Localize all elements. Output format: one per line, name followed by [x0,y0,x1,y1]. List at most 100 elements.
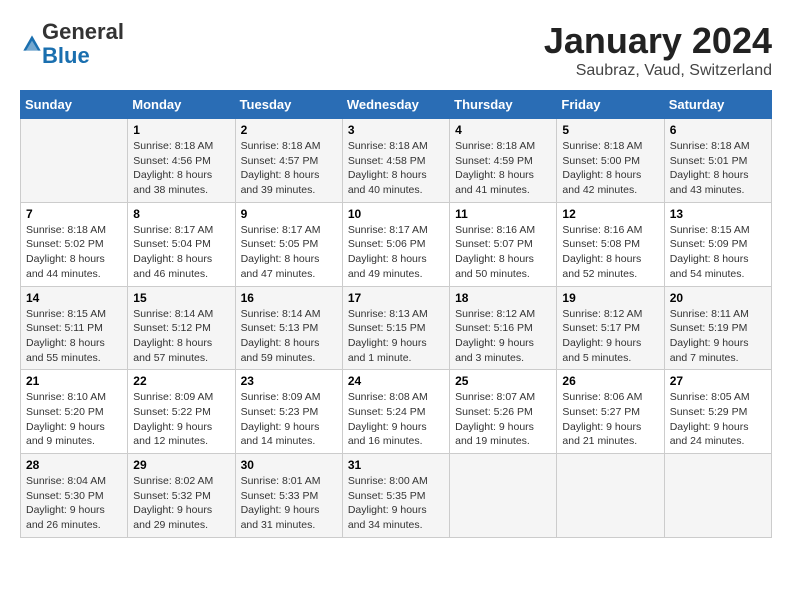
day-number: 15 [133,291,229,305]
calendar-cell: 2 Sunrise: 8:18 AM Sunset: 4:57 PM Daylig… [235,119,342,203]
day-number: 31 [348,458,444,472]
calendar-cell: 31 Sunrise: 8:00 AM Sunset: 5:35 PM Dayli… [342,454,449,538]
day-info: Sunrise: 8:11 AM Sunset: 5:19 PM Dayligh… [670,307,766,366]
day-info: Sunrise: 8:18 AM Sunset: 5:01 PM Dayligh… [670,139,766,198]
day-info: Sunrise: 8:07 AM Sunset: 5:26 PM Dayligh… [455,390,551,449]
day-info: Sunrise: 8:15 AM Sunset: 5:11 PM Dayligh… [26,307,122,366]
calendar-table: SundayMondayTuesdayWednesdayThursdayFrid… [20,90,772,538]
day-info: Sunrise: 8:01 AM Sunset: 5:33 PM Dayligh… [241,474,337,533]
day-number: 17 [348,291,444,305]
day-number: 26 [562,374,658,388]
day-info: Sunrise: 8:15 AM Sunset: 5:09 PM Dayligh… [670,223,766,282]
calendar-cell: 28 Sunrise: 8:04 AM Sunset: 5:30 PM Dayli… [21,454,128,538]
calendar-cell: 6 Sunrise: 8:18 AM Sunset: 5:01 PM Daylig… [664,119,771,203]
calendar-cell: 16Sunrise: 8:14 AM Sunset: 5:13 PM Dayli… [235,286,342,370]
calendar-cell: 14Sunrise: 8:15 AM Sunset: 5:11 PM Dayli… [21,286,128,370]
calendar-cell: 9Sunrise: 8:17 AM Sunset: 5:05 PM Daylig… [235,202,342,286]
day-number: 4 [455,123,551,137]
calendar-header: SundayMondayTuesdayWednesdayThursdayFrid… [21,91,772,119]
day-info: Sunrise: 8:09 AM Sunset: 5:23 PM Dayligh… [241,390,337,449]
day-number: 6 [670,123,766,137]
day-info: Sunrise: 8:18 AM Sunset: 4:59 PM Dayligh… [455,139,551,198]
calendar-cell: 3Sunrise: 8:18 AM Sunset: 4:58 PM Daylig… [342,119,449,203]
calendar-title: January 2024 [544,20,772,62]
week-row-4: 21 Sunrise: 8:10 AM Sunset: 5:20 PM Dayli… [21,370,772,454]
logo-icon [22,34,42,54]
header-wednesday: Wednesday [342,91,449,119]
calendar-cell: 23 Sunrise: 8:09 AM Sunset: 5:23 PM Dayli… [235,370,342,454]
day-info: Sunrise: 8:06 AM Sunset: 5:27 PM Dayligh… [562,390,658,449]
day-number: 11 [455,207,551,221]
day-number: 10 [348,207,444,221]
logo-blue-text: Blue [42,43,90,68]
calendar-cell: 19 Sunrise: 8:12 AM Sunset: 5:17 PM Dayli… [557,286,664,370]
day-info: Sunrise: 8:00 AM Sunset: 5:35 PM Dayligh… [348,474,444,533]
day-number: 18 [455,291,551,305]
day-number: 7 [26,207,122,221]
header-row: SundayMondayTuesdayWednesdayThursdayFrid… [21,91,772,119]
day-number: 28 [26,458,122,472]
day-number: 16 [241,291,337,305]
calendar-cell [557,454,664,538]
calendar-cell [450,454,557,538]
calendar-body: 1 Sunrise: 8:18 AM Sunset: 4:56 PM Daylig… [21,119,772,538]
calendar-cell: 5 Sunrise: 8:18 AM Sunset: 5:00 PM Daylig… [557,119,664,203]
day-info: Sunrise: 8:16 AM Sunset: 5:08 PM Dayligh… [562,223,658,282]
day-info: Sunrise: 8:18 AM Sunset: 4:57 PM Dayligh… [241,139,337,198]
day-info: Sunrise: 8:17 AM Sunset: 5:06 PM Dayligh… [348,223,444,282]
day-number: 22 [133,374,229,388]
day-info: Sunrise: 8:16 AM Sunset: 5:07 PM Dayligh… [455,223,551,282]
header-saturday: Saturday [664,91,771,119]
day-info: Sunrise: 8:18 AM Sunset: 4:56 PM Dayligh… [133,139,229,198]
calendar-cell: 1 Sunrise: 8:18 AM Sunset: 4:56 PM Daylig… [128,119,235,203]
day-number: 19 [562,291,658,305]
calendar-cell: 20Sunrise: 8:11 AM Sunset: 5:19 PM Dayli… [664,286,771,370]
day-info: Sunrise: 8:04 AM Sunset: 5:30 PM Dayligh… [26,474,122,533]
day-number: 12 [562,207,658,221]
day-info: Sunrise: 8:10 AM Sunset: 5:20 PM Dayligh… [26,390,122,449]
day-info: Sunrise: 8:18 AM Sunset: 5:00 PM Dayligh… [562,139,658,198]
calendar-cell: 15 Sunrise: 8:14 AM Sunset: 5:12 PM Dayli… [128,286,235,370]
week-row-5: 28 Sunrise: 8:04 AM Sunset: 5:30 PM Dayli… [21,454,772,538]
title-block: January 2024 Saubraz, Vaud, Switzerland [544,20,772,80]
day-number: 1 [133,123,229,137]
day-info: Sunrise: 8:18 AM Sunset: 5:02 PM Dayligh… [26,223,122,282]
header-thursday: Thursday [450,91,557,119]
calendar-cell: 17 Sunrise: 8:13 AM Sunset: 5:15 PM Dayli… [342,286,449,370]
day-info: Sunrise: 8:14 AM Sunset: 5:12 PM Dayligh… [133,307,229,366]
calendar-cell: 7 Sunrise: 8:18 AM Sunset: 5:02 PM Daylig… [21,202,128,286]
calendar-cell: 26 Sunrise: 8:06 AM Sunset: 5:27 PM Dayli… [557,370,664,454]
day-number: 8 [133,207,229,221]
calendar-cell: 27 Sunrise: 8:05 AM Sunset: 5:29 PM Dayli… [664,370,771,454]
day-number: 2 [241,123,337,137]
day-number: 27 [670,374,766,388]
calendar-cell: 21 Sunrise: 8:10 AM Sunset: 5:20 PM Dayli… [21,370,128,454]
day-number: 24 [348,374,444,388]
calendar-cell: 8 Sunrise: 8:17 AM Sunset: 5:04 PM Daylig… [128,202,235,286]
calendar-cell: 12 Sunrise: 8:16 AM Sunset: 5:08 PM Dayli… [557,202,664,286]
calendar-cell [664,454,771,538]
day-number: 5 [562,123,658,137]
calendar-cell: 29Sunrise: 8:02 AM Sunset: 5:32 PM Dayli… [128,454,235,538]
logo: General Blue [20,20,124,68]
day-info: Sunrise: 8:17 AM Sunset: 5:04 PM Dayligh… [133,223,229,282]
week-row-1: 1 Sunrise: 8:18 AM Sunset: 4:56 PM Daylig… [21,119,772,203]
day-info: Sunrise: 8:18 AM Sunset: 4:58 PM Dayligh… [348,139,444,198]
day-info: Sunrise: 8:12 AM Sunset: 5:17 PM Dayligh… [562,307,658,366]
week-row-2: 7 Sunrise: 8:18 AM Sunset: 5:02 PM Daylig… [21,202,772,286]
calendar-cell: 25 Sunrise: 8:07 AM Sunset: 5:26 PM Dayli… [450,370,557,454]
day-info: Sunrise: 8:13 AM Sunset: 5:15 PM Dayligh… [348,307,444,366]
day-number: 30 [241,458,337,472]
calendar-cell: 11 Sunrise: 8:16 AM Sunset: 5:07 PM Dayli… [450,202,557,286]
calendar-cell: 18Sunrise: 8:12 AM Sunset: 5:16 PM Dayli… [450,286,557,370]
day-number: 21 [26,374,122,388]
day-info: Sunrise: 8:17 AM Sunset: 5:05 PM Dayligh… [241,223,337,282]
day-info: Sunrise: 8:05 AM Sunset: 5:29 PM Dayligh… [670,390,766,449]
day-info: Sunrise: 8:08 AM Sunset: 5:24 PM Dayligh… [348,390,444,449]
calendar-cell: 24 Sunrise: 8:08 AM Sunset: 5:24 PM Dayli… [342,370,449,454]
header-tuesday: Tuesday [235,91,342,119]
day-number: 23 [241,374,337,388]
day-number: 25 [455,374,551,388]
calendar-cell [21,119,128,203]
calendar-cell: 4 Sunrise: 8:18 AM Sunset: 4:59 PM Daylig… [450,119,557,203]
